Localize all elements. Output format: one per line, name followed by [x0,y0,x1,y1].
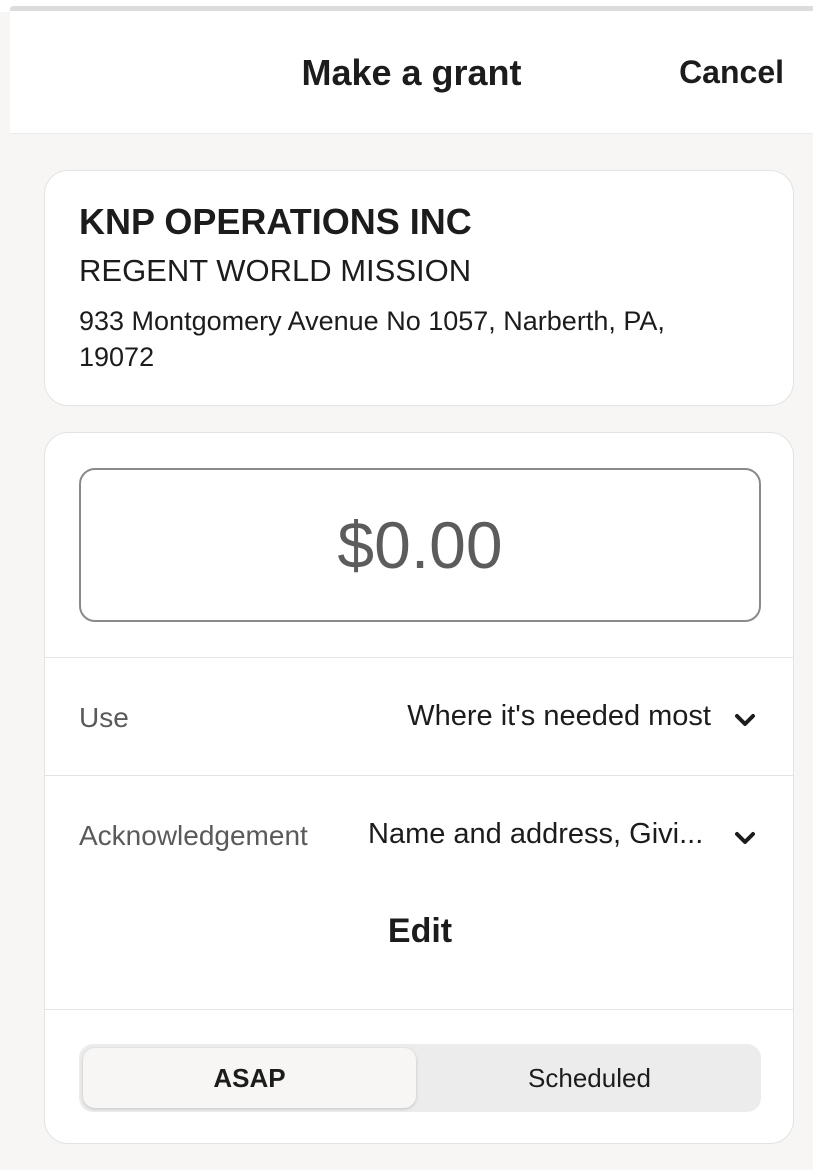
asap-option[interactable]: ASAP [83,1048,416,1108]
organization-address: 933 Montgomery Avenue No 1057, Narberth,… [79,306,665,372]
organization-name: KNP OPERATIONS INC [79,201,472,242]
chevron-down-icon[interactable] [733,826,757,850]
cancel-button[interactable]: Cancel [679,54,784,91]
organization-card: KNP OPERATIONS INC REGENT WORLD MISSION … [44,170,794,406]
header: Make a grant Cancel [10,12,813,134]
acknowledgement-label: Acknowledgement [79,820,308,851]
make-grant-screen: Make a grant Cancel KNP OPERATIONS INC R… [0,0,813,1170]
grant-form-card: $0.00 Use Where it's needed most Acknowl… [44,432,794,1144]
timing-segmented-control: ASAP Scheduled [79,1044,761,1112]
chevron-down-icon[interactable] [733,708,757,732]
acknowledgement-selector[interactable]: Acknowledgement Name and address, Givi..… [45,775,793,1009]
amount-input[interactable]: $0.00 [79,468,761,622]
edit-acknowledgement-button[interactable]: Edit [45,912,793,951]
scheduled-option[interactable]: Scheduled [423,1048,756,1108]
drag-handle-bar [10,6,813,11]
organization-program: REGENT WORLD MISSION [79,253,472,288]
use-selector[interactable]: Use Where it's needed most [45,657,793,775]
acknowledgement-value[interactable]: Name and address, Givi... [368,818,708,851]
use-label: Use [79,702,129,733]
use-value[interactable]: Where it's needed most [407,700,711,733]
top-strip [0,0,813,12]
timing-section: ASAP Scheduled [45,1009,793,1143]
